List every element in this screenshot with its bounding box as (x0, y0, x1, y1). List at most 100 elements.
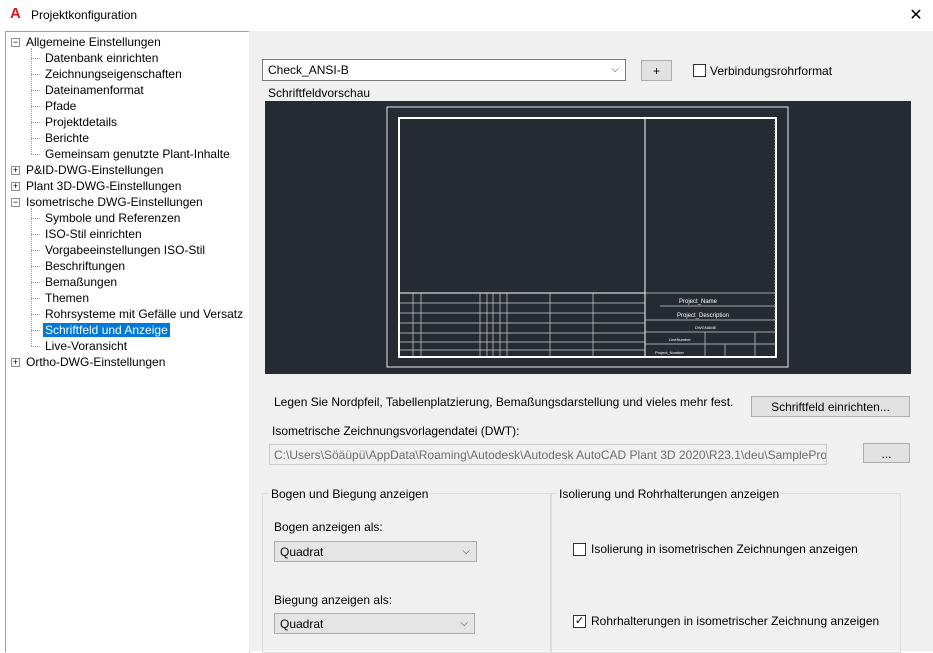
verbindungsrohr-checkbox[interactable] (693, 64, 706, 77)
tree-item[interactable]: Pfade (43, 98, 78, 114)
tree-item[interactable]: Ortho-DWG-Einstellungen (24, 354, 167, 370)
tree-item[interactable]: Isometrische DWG-Einstellungen (24, 194, 205, 210)
tree-connector (31, 138, 40, 139)
tree-item-label: Vorgabeeinstellungen ISO-Stil (45, 243, 206, 257)
template-label: Isometrische Zeichnungsvorlagendatei (DW… (272, 424, 520, 438)
tree-connector (31, 218, 40, 219)
tree-connector (31, 282, 40, 283)
tree-connector (31, 266, 40, 267)
iso-style-value: Check_ANSI-B (268, 63, 349, 77)
tree-item[interactable]: Berichte (43, 130, 91, 146)
tree-item[interactable]: Allgemeine Einstellungen (24, 34, 163, 50)
add-style-button[interactable]: + (641, 60, 672, 81)
bogen-value: Quadrat (280, 545, 324, 559)
tree-item-label: Themen (45, 291, 90, 305)
tree-connector (31, 58, 40, 59)
tree-item-label: Dateinamenformat (45, 83, 144, 97)
preview-group-title: Schriftfeldvorschau (266, 86, 373, 100)
collapse-icon[interactable]: − (11, 198, 20, 207)
preview-project-number: Project_Number (655, 350, 685, 355)
tree-item[interactable]: Projektdetails (43, 114, 119, 130)
titleblock-preview: Project_Name Project_Description DWGNAME… (265, 101, 911, 374)
bends-group-title: Bogen und Biegung anzeigen (269, 487, 431, 501)
tree-connector (31, 250, 40, 251)
settings-tree[interactable]: Allgemeine Einstellungen − Datenbank einri… (5, 31, 250, 652)
tree-item[interactable]: Themen (43, 290, 91, 306)
tree-item-label: Isometrische DWG-Einstellungen (26, 195, 203, 209)
close-icon[interactable]: ✕ (899, 0, 933, 31)
preview-linenumber: LineNumber (669, 337, 691, 342)
tree-connector (31, 330, 40, 331)
biegung-combo[interactable]: Quadrat ⌵ (274, 613, 475, 634)
tree-item[interactable]: Zeichnungseigenschaften (43, 66, 184, 82)
window-title: Projektkonfiguration (31, 8, 138, 22)
tree-item-label: Datenbank einrichten (45, 51, 159, 65)
tree-item[interactable]: Schriftfeld und Anzeige (43, 322, 170, 338)
tree-item-label: Schriftfeld und Anzeige (43, 323, 170, 337)
chevron-down-icon: ⌵ (611, 64, 619, 75)
tree-connector (31, 234, 40, 235)
tree-item-label: ISO-Stil einrichten (45, 227, 142, 241)
tree-item-label: Ortho-DWG-Einstellungen (26, 355, 166, 369)
tree-item-label: Gemeinsam genutzte Plant-Inhalte (45, 147, 230, 161)
tree-item-label: Berichte (45, 131, 90, 145)
template-path-field[interactable]: C:\Users\Söäüpü\AppData\Roaming\Autodesk… (269, 444, 827, 465)
tree-item[interactable]: P&ID-DWG-Einstellungen (24, 162, 165, 178)
tree-connector (31, 346, 40, 347)
tree-item-label: Pfade (45, 99, 77, 113)
tree-item-label: Projektdetails (45, 115, 118, 129)
description-text: Legen Sie Nordpfeil, Tabellenplatzierung… (274, 395, 734, 409)
biegung-value: Quadrat (280, 617, 324, 631)
tree-item[interactable]: Datenbank einrichten (43, 50, 160, 66)
iso-style-combo[interactable]: Check_ANSI-B ⌵ (262, 59, 626, 81)
tree-item-label: Zeichnungseigenschaften (45, 67, 182, 81)
tree-item-label: Live-Voransicht (45, 339, 128, 353)
tree-item[interactable]: Vorgabeeinstellungen ISO-Stil (43, 242, 207, 258)
tree-item-label: P&ID-DWG-Einstellungen (26, 163, 164, 177)
supports-checkbox[interactable]: ✓ (573, 615, 586, 628)
biegung-label: Biegung anzeigen als: (274, 593, 393, 607)
tree-item[interactable]: Beschriftungen (43, 258, 127, 274)
title-bar: A Projektkonfiguration ✕ (0, 0, 933, 31)
settings-panel: Check_ANSI-B ⌵ + Verbindungsrohrformat S… (249, 31, 933, 653)
chevron-down-icon: ⌵ (460, 618, 468, 629)
tree-item-label: Allgemeine Einstellungen (26, 35, 161, 49)
tree-connector (31, 154, 40, 155)
setup-titleblock-button[interactable]: Schriftfeld einrichten... (751, 396, 910, 417)
tree-item-label: Beschriftungen (45, 259, 126, 273)
autocad-app-icon: A (10, 5, 21, 22)
tree-connector (31, 208, 32, 346)
browse-button[interactable]: ... (863, 443, 910, 463)
tree-item[interactable]: Gemeinsam genutzte Plant-Inhalte (43, 146, 232, 162)
tree-item[interactable]: Live-Voransicht (43, 338, 129, 354)
expand-icon[interactable]: + (11, 182, 20, 191)
insulation-group: Isolierung und Rohrhalterungen anzeigen (551, 487, 901, 653)
expand-icon[interactable]: + (11, 166, 20, 175)
tree-item[interactable]: Dateinamenformat (43, 82, 146, 98)
tree-item[interactable]: ISO-Stil einrichten (43, 226, 144, 242)
expand-icon[interactable]: + (11, 358, 20, 367)
insulation-checkbox[interactable] (573, 543, 586, 556)
preview-project-description: Project_Description (677, 313, 729, 319)
bogen-label: Bogen anzeigen als: (274, 520, 383, 534)
chevron-down-icon: ⌵ (462, 546, 470, 557)
verbindungsrohr-label: Verbindungsrohrformat (710, 64, 833, 78)
tree-connector (31, 298, 40, 299)
tree-connector (31, 122, 40, 123)
tree-item[interactable]: Bemaßungen (43, 274, 119, 290)
tree-item[interactable]: Rohrsysteme mit Gefälle und Versatz (43, 306, 245, 322)
tree-item[interactable]: Symbole und Referenzen (43, 210, 182, 226)
insulation-group-title: Isolierung und Rohrhalterungen anzeigen (557, 487, 782, 501)
insulation-label: Isolierung in isometrischen Zeichnungen … (591, 542, 858, 556)
tree-item-label: Bemaßungen (45, 275, 118, 289)
collapse-icon[interactable]: − (11, 38, 20, 47)
tree-connector (31, 106, 40, 107)
bogen-combo[interactable]: Quadrat ⌵ (274, 541, 477, 562)
tree-item-label: Symbole und Referenzen (45, 211, 181, 225)
tree-connector (31, 90, 40, 91)
preview-project-name: Project_Name (679, 299, 718, 305)
preview-dwgname: DWGNAME (695, 325, 717, 330)
tree-item-label: Plant 3D-DWG-Einstellungen (26, 179, 182, 193)
tree-connector (31, 48, 32, 154)
tree-item[interactable]: Plant 3D-DWG-Einstellungen (24, 178, 183, 194)
